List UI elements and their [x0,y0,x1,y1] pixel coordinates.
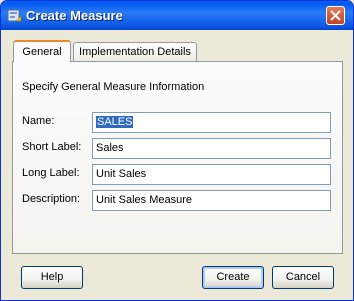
help-button[interactable]: Help [21,266,83,289]
name-field-value: SALES [96,116,134,128]
tab-general-label: General [22,46,62,58]
description-field[interactable]: Unit Sales Measure [92,190,331,211]
window-title: Create Measure [26,8,123,23]
title-bar[interactable]: Create Measure [1,1,353,30]
short-label-field[interactable]: Sales [92,138,331,159]
tab-implementation-details[interactable]: Implementation Details [73,42,197,61]
close-button[interactable] [326,6,345,25]
short-label-label: Short Label: [22,141,82,153]
create-measure-dialog: Create Measure General Implementation De… [0,0,354,301]
name-label: Name: [22,115,55,127]
tab-implementation-details-label: Implementation Details [79,46,191,58]
tab-general[interactable]: General [13,40,71,62]
name-field[interactable]: SALES [92,112,331,133]
create-button[interactable]: Create [202,266,264,289]
cancel-button[interactable]: Cancel [272,266,334,289]
section-heading: Specify General Measure Information [22,81,205,93]
description-label: Description: [22,193,81,205]
long-label-label: Long Label: [22,167,80,179]
long-label-field[interactable]: Unit Sales [92,164,331,185]
close-icon [330,10,341,21]
measure-app-icon [7,8,22,23]
